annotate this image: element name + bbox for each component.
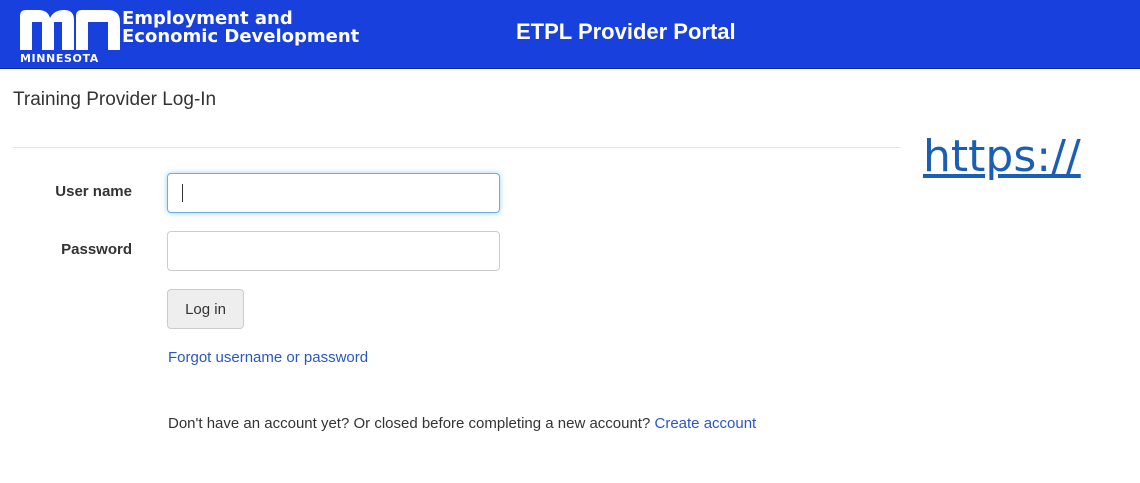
- heading-divider: [13, 147, 901, 148]
- password-label: Password: [61, 241, 132, 258]
- create-account-prompt: Don't have an account yet? Or closed bef…: [168, 414, 756, 434]
- page-title: Training Provider Log-In: [13, 89, 217, 110]
- username-input[interactable]: [167, 173, 500, 213]
- logo-org-line-2: Economic Development: [122, 26, 360, 47]
- portal-url-link[interactable]: https://: [923, 130, 1081, 184]
- logo-state-text: MINNESOTA: [20, 52, 99, 65]
- forgot-credentials-link[interactable]: Forgot username or password: [168, 348, 368, 368]
- logo-org-name: Employment and Economic Development: [122, 10, 359, 46]
- mn-logo-icon: [20, 10, 120, 50]
- password-input[interactable]: [167, 231, 500, 271]
- login-button[interactable]: Log in: [167, 289, 244, 329]
- mn-deed-logo[interactable]: MINNESOTA Employment and Economic Develo…: [20, 10, 359, 66]
- site-header: MINNESOTA Employment and Economic Develo…: [0, 0, 1140, 69]
- portal-title: ETPL Provider Portal: [516, 19, 736, 44]
- create-account-link[interactable]: Create account: [655, 415, 757, 432]
- username-label: User name: [55, 183, 132, 200]
- account-prompt-text: Don't have an account yet? Or closed bef…: [168, 415, 651, 432]
- text-cursor: [182, 184, 183, 202]
